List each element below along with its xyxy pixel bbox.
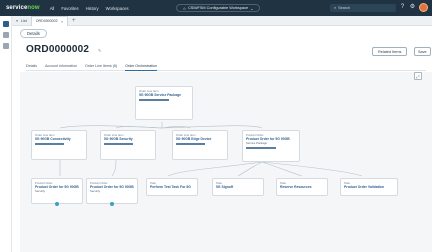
- global-search-input[interactable]: ⌕ Search: [330, 4, 396, 12]
- help-icon[interactable]: ?: [399, 4, 406, 11]
- nav-all[interactable]: All: [50, 6, 55, 11]
- tab-details[interactable]: Details: [26, 63, 37, 71]
- nav-history[interactable]: History: [86, 6, 99, 11]
- search-placeholder: Search: [338, 6, 351, 10]
- node-product-order-security-1[interactable]: Product Order Product Order for 5G 90GB …: [31, 178, 83, 204]
- tab-record[interactable]: ORD0000002 ×: [30, 15, 69, 26]
- progress-bar: [104, 143, 133, 145]
- node-subtitle: Security: [35, 189, 46, 193]
- nav-workspaces[interactable]: Workspaces: [106, 6, 129, 11]
- node-title: 5G 90GB Service Package: [139, 93, 182, 97]
- node-title: Reserve Resources: [280, 185, 312, 189]
- workspace-tab-bar: ≡ List ORD0000002 × +: [12, 15, 432, 26]
- inbox-icon[interactable]: [2, 43, 9, 49]
- node-subtitle: Service Package: [246, 141, 267, 145]
- node-connector-dot: [110, 202, 114, 206]
- list-tab-icon: ≡: [16, 18, 19, 23]
- node-connector-dot: [55, 202, 59, 206]
- node-edge-device[interactable]: Order Line Item 5G 90GB Edge Device: [172, 130, 228, 160]
- node-product-order-security-2[interactable]: Product Order Product Order for 5G 90GB …: [86, 178, 138, 204]
- node-connectivity[interactable]: Order Line Item 5G 90GB Connectivity: [31, 130, 87, 160]
- orchestration-canvas[interactable]: [20, 72, 432, 252]
- tab-list[interactable]: ≡ List: [12, 16, 31, 26]
- left-rail: [0, 16, 12, 252]
- user-avatar[interactable]: [419, 3, 428, 12]
- home-icon[interactable]: [2, 21, 9, 27]
- node-title: 5G Signoff: [216, 185, 234, 189]
- star-icon: ☆: [182, 6, 187, 11]
- record-tabs: Details Account Information Order Line I…: [26, 63, 426, 71]
- close-icon[interactable]: ×: [61, 19, 63, 24]
- node-task-validation[interactable]: Task Product Order Validation: [340, 178, 398, 196]
- node-title: Perform Test Task For 5G: [150, 185, 191, 189]
- add-tab-button[interactable]: +: [68, 18, 80, 24]
- notifications-icon[interactable]: ⚙: [409, 4, 416, 11]
- node-subtitle: Security: [90, 189, 101, 193]
- chevron-down-icon: ⌄: [250, 6, 254, 11]
- details-pill[interactable]: Details: [20, 29, 47, 38]
- node-title: Product Order Validation: [344, 185, 384, 189]
- progress-bar: [176, 143, 205, 145]
- node-task-reserve[interactable]: Task Reserve Resources: [276, 178, 328, 196]
- progress-bar: [35, 143, 64, 145]
- record-number: ORD0000002: [26, 44, 90, 55]
- node-title: 5G 90GB Connectivity: [35, 137, 71, 141]
- fit-view-icon[interactable]: ⤢: [414, 72, 422, 80]
- progress-bar: [246, 147, 276, 149]
- top-header: servicenow All Favorites History Workspa…: [0, 0, 432, 16]
- node-title: 5G 90GB Security: [104, 137, 133, 141]
- tab-list-label: List: [21, 18, 27, 23]
- node-security[interactable]: Order Line Item 5G 90GB Security: [100, 130, 156, 160]
- tab-account-information[interactable]: Account Information: [45, 63, 77, 71]
- list-icon[interactable]: [2, 32, 9, 38]
- node-product-order-service[interactable]: Product Order Product Order for 5G 90GB …: [242, 130, 300, 162]
- related-items-button[interactable]: Related Items: [372, 47, 408, 56]
- node-root[interactable]: Order Line Item 5G 90GB Service Package: [135, 86, 193, 120]
- servicenow-logo[interactable]: servicenow: [6, 5, 40, 11]
- node-task-signoff[interactable]: Task 5G Signoff: [212, 178, 264, 196]
- record-link-icon[interactable]: ✎: [98, 48, 101, 53]
- node-task-test[interactable]: Task Perform Test Task For 5G: [146, 178, 198, 196]
- tab-order-orchestration[interactable]: Order Orchestration: [125, 63, 157, 71]
- workspace-context-label: CSM/FSM Configurable Workspace: [188, 6, 249, 10]
- node-title: 5G 90GB Edge Device: [176, 137, 212, 141]
- search-icon: ⌕: [334, 6, 337, 10]
- tab-record-label: ORD0000002: [35, 19, 58, 23]
- progress-bar: [139, 99, 169, 101]
- save-button[interactable]: Save: [414, 47, 431, 56]
- tab-order-line-items[interactable]: Order Line Items (8): [85, 63, 117, 71]
- nav-favorites[interactable]: Favorites: [61, 6, 78, 11]
- workspace-context-pill[interactable]: ☆ CSM/FSM Configurable Workspace ⌄: [176, 4, 260, 12]
